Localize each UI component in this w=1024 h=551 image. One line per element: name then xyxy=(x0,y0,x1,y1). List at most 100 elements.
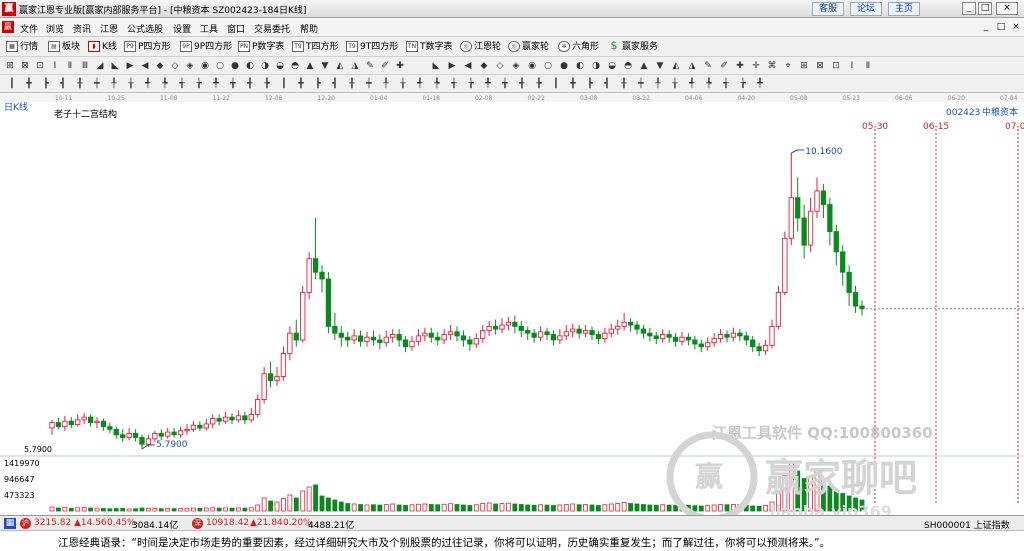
draw-tool-icon-13[interactable]: ◉ xyxy=(199,60,211,72)
candle-body[interactable] xyxy=(332,325,338,334)
candle-body[interactable] xyxy=(730,332,737,338)
candle-body[interactable] xyxy=(750,339,756,348)
candle-body[interactable] xyxy=(537,331,544,338)
analysis-tool-icon-24[interactable]: ⊠ xyxy=(814,60,826,72)
candle-body[interactable] xyxy=(120,434,126,438)
candle-body[interactable] xyxy=(737,332,743,337)
analysis-tool-icon-9[interactable]: ◐ xyxy=(574,60,586,72)
line-tool-icon-4[interactable]: ╂ xyxy=(74,78,86,90)
candle-body[interactable] xyxy=(139,437,145,445)
tool-t-table[interactable]: TN T数字表 xyxy=(406,40,453,54)
line-tool-icon-12[interactable]: ╇ xyxy=(210,78,222,90)
candle-body[interactable] xyxy=(383,336,389,344)
menu-file[interactable]: 文件 xyxy=(20,22,38,35)
candle-body[interactable] xyxy=(846,271,852,293)
homepage-link[interactable]: 主页 xyxy=(888,2,921,16)
candle-body[interactable] xyxy=(480,330,486,340)
candle-body[interactable] xyxy=(711,338,717,344)
candle-body[interactable] xyxy=(409,340,415,348)
analysis-tool-icon-20[interactable]: ✛ xyxy=(750,60,762,72)
candle-body[interactable] xyxy=(242,415,248,421)
candle-body[interactable] xyxy=(525,330,531,334)
candle-body[interactable] xyxy=(364,336,370,342)
line-tool-icon-35[interactable]: ┫ xyxy=(601,78,613,90)
candle-body[interactable] xyxy=(338,332,344,338)
candle-body[interactable] xyxy=(827,204,833,233)
candle-body[interactable] xyxy=(775,292,782,327)
candle-body[interactable] xyxy=(570,328,576,333)
line-tool-icon-20[interactable]: ╂ xyxy=(346,78,358,90)
line-tool-icon-5[interactable]: ┿ xyxy=(91,78,103,90)
candle-body[interactable] xyxy=(49,422,55,429)
draw-tool-icon-0[interactable]: ⊞ xyxy=(4,60,16,72)
candle-body[interactable] xyxy=(280,353,287,377)
candle-body[interactable] xyxy=(197,424,203,429)
candle-body[interactable] xyxy=(595,334,602,340)
analysis-tool-icon-11[interactable]: ◒ xyxy=(606,60,618,72)
draw-tool-icon-2[interactable]: ⊡ xyxy=(34,60,46,72)
analysis-tool-icon-10[interactable]: ◑ xyxy=(590,60,602,72)
child-close-button[interactable]: × xyxy=(1010,21,1022,33)
line-tool-icon-42[interactable]: ╅ xyxy=(720,78,732,90)
candle-body[interactable] xyxy=(531,332,537,338)
candle-body[interactable] xyxy=(216,418,222,422)
line-tool-icon-21[interactable]: ┿ xyxy=(363,78,375,90)
candle-body[interactable] xyxy=(396,334,402,341)
analysis-tool-icon-4[interactable]: ◇ xyxy=(494,60,506,72)
line-tool-icon-26[interactable]: ╅ xyxy=(448,78,460,90)
analysis-tool-icon-8[interactable]: ● xyxy=(558,60,570,72)
line-tool-icon-31[interactable]: ╊ xyxy=(533,78,545,90)
analysis-tool-icon-16[interactable]: ◮ xyxy=(686,60,698,72)
analysis-tool-icon-25[interactable]: ⊡ xyxy=(830,60,842,72)
candle-body[interactable] xyxy=(62,420,68,428)
candle-body[interactable] xyxy=(563,331,569,337)
draw-tool-icon-19[interactable]: ◓ xyxy=(289,60,301,72)
line-tool-icon-37[interactable]: ┿ xyxy=(635,78,647,90)
line-tool-icon-9[interactable]: ╄ xyxy=(159,78,171,90)
candle-body[interactable] xyxy=(87,416,94,424)
candle-body[interactable] xyxy=(499,324,505,330)
draw-tool-icon-1[interactable]: ⊠ xyxy=(19,60,31,72)
candle-body[interactable] xyxy=(634,324,640,330)
candle-body[interactable] xyxy=(145,438,152,445)
candle-body[interactable] xyxy=(589,330,595,335)
candle-body[interactable] xyxy=(666,334,672,338)
candle-body[interactable] xyxy=(229,416,235,421)
draw-tool-icon-16[interactable]: ◐ xyxy=(244,60,256,72)
line-tool-icon-30[interactable]: ╉ xyxy=(516,78,528,90)
analysis-tool-icon-5[interactable]: ◈ xyxy=(510,60,522,72)
line-tool-icon-43[interactable]: ╆ xyxy=(737,78,749,90)
maximize-button[interactable]: □ xyxy=(978,2,992,15)
candle-body[interactable] xyxy=(756,346,762,352)
draw-tool-icon-14[interactable]: ○ xyxy=(214,60,226,72)
line-tool-icon-33[interactable]: ╋ xyxy=(567,78,579,90)
tool-9p-square[interactable]: 9P 9P四方形 xyxy=(180,40,232,54)
candle-body[interactable] xyxy=(685,336,692,341)
candle-body[interactable] xyxy=(518,325,524,331)
draw-tool-icon-12[interactable]: ◈ xyxy=(184,60,196,72)
analysis-tool-icon-19[interactable]: ✚ xyxy=(734,60,746,72)
analysis-tool-icon-2[interactable]: ◀ xyxy=(462,60,474,72)
candle-body[interactable] xyxy=(402,339,409,348)
candle-body[interactable] xyxy=(255,399,261,415)
candle-body[interactable] xyxy=(672,336,679,342)
line-tool-icon-15[interactable]: ╊ xyxy=(261,78,273,90)
candle-body[interactable] xyxy=(724,334,730,338)
analysis-tool-icon-15[interactable]: ◭ xyxy=(670,60,682,72)
candle-body[interactable] xyxy=(435,336,441,341)
candle-body[interactable] xyxy=(814,190,820,212)
tool-sectors[interactable]: ▤ 板块 xyxy=(48,40,80,54)
kline-chart-svg[interactable]: 10-11 10-25 11-08 11-22 12-06 12-20 01-04 01-18… xyxy=(0,93,1024,523)
draw-tool-icon-17[interactable]: ◑ xyxy=(259,60,271,72)
analysis-tool-icon-22[interactable]: ⌖ xyxy=(782,60,794,72)
child-minimize-button[interactable]: _ xyxy=(980,21,992,33)
candle-body[interactable] xyxy=(717,334,724,340)
candle-body[interactable] xyxy=(261,373,267,401)
analysis-tool-icon-14[interactable]: ▼ xyxy=(654,60,666,72)
candle-body[interactable] xyxy=(100,420,107,428)
line-tool-icon-10[interactable]: ╅ xyxy=(176,78,188,90)
analysis-tool-icon-1[interactable]: ▶ xyxy=(446,60,458,72)
candle-body[interactable] xyxy=(422,332,428,337)
draw-tool-icon-7[interactable]: ◣ xyxy=(109,60,121,72)
line-tool-icon-25[interactable]: ╄ xyxy=(431,78,443,90)
